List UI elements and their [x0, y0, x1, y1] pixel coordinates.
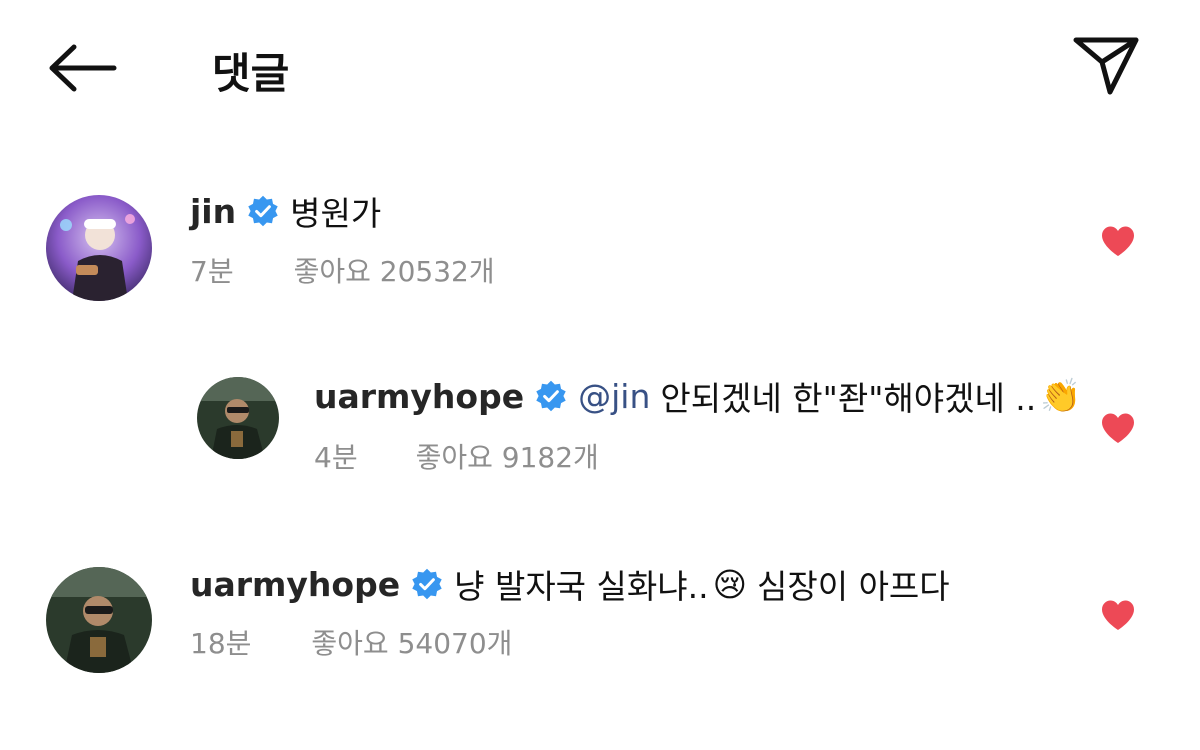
crying-emoji: 😢 [712, 564, 747, 604]
username[interactable]: uarmyhope [314, 377, 524, 416]
heart-icon[interactable] [1100, 225, 1136, 257]
like-count[interactable]: 좋아요 54070개 [311, 622, 512, 662]
page-title: 댓글 [212, 49, 290, 98]
heart-icon[interactable] [1100, 599, 1136, 631]
verified-badge-icon [248, 195, 278, 227]
verified-badge-icon [412, 568, 442, 600]
top-bar: 댓글 [0, 0, 1200, 135]
mention-link[interactable]: @jin [578, 377, 650, 416]
username[interactable]: uarmyhope [190, 565, 400, 604]
arrow-left-icon [49, 44, 117, 92]
avatar[interactable] [46, 195, 152, 301]
verified-badge-icon [536, 380, 566, 412]
paper-plane-icon [1073, 37, 1139, 95]
username[interactable]: jin [190, 192, 236, 231]
comment-time: 4분 [314, 441, 358, 474]
comment-text: 안되겠네 한"좐"해야겠네 .. [660, 379, 1037, 418]
comment-time: 7분 [190, 255, 234, 288]
comment-text: 병원가 [290, 194, 382, 233]
back-button[interactable] [44, 38, 120, 98]
comment-text-continued: 심장이 아프다 [757, 567, 950, 606]
clapping-emoji: 👏 [1040, 376, 1082, 415]
avatar[interactable] [197, 377, 279, 459]
heart-icon[interactable] [1100, 412, 1136, 444]
like-count[interactable]: 좋아요 20532개 [294, 250, 495, 290]
avatar[interactable] [46, 567, 152, 673]
comment-text: 냥 발자국 실화냐.. [454, 567, 709, 606]
comment-time: 18분 [190, 627, 252, 660]
share-button[interactable] [1068, 32, 1144, 98]
like-count[interactable]: 좋아요 9182개 [416, 436, 599, 476]
